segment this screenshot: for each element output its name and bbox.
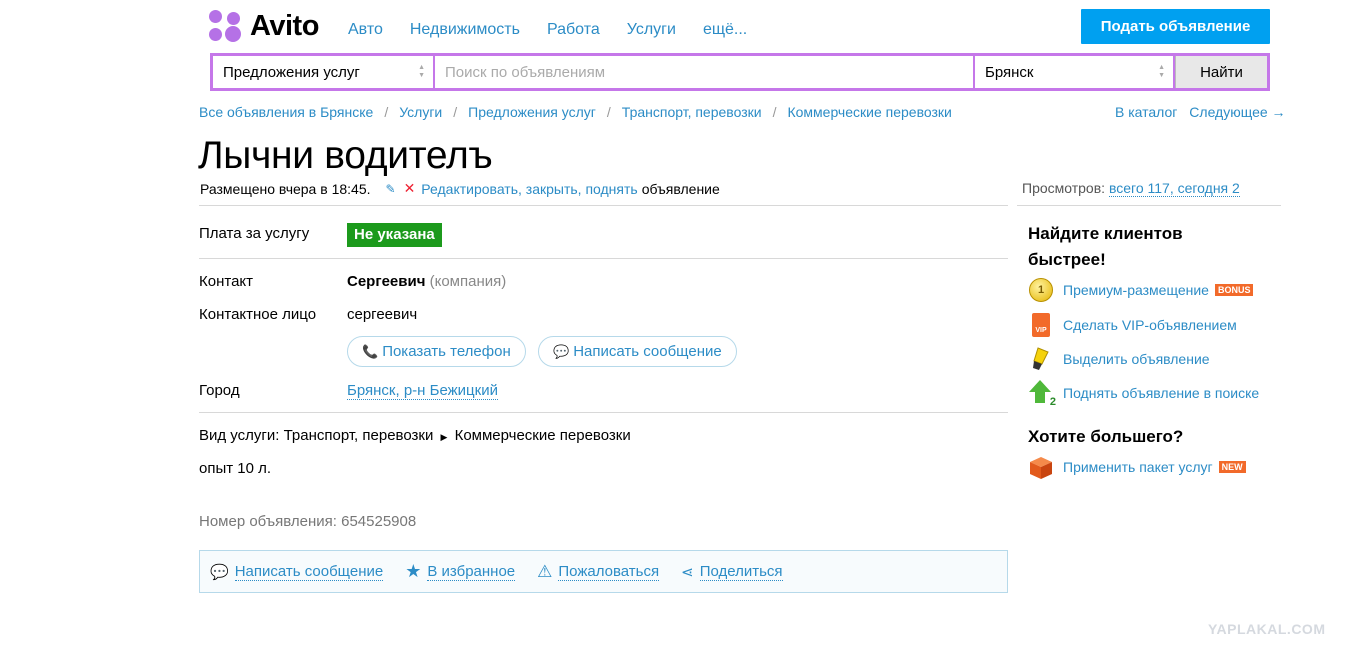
service-type-sub: Коммерческие перевозки [454,427,631,444]
top-nav: Авто Недвижимость Работа Услуги ещё... [348,21,774,39]
new-badge: NEW [1218,461,1246,473]
warning-icon: ⚠ [537,561,553,581]
divider [199,412,1008,413]
posted-time: Размещено вчера в 18:45. [200,180,371,197]
write-message-label: Написать сообщение [573,343,722,360]
logo-text: Avito [250,9,319,42]
action-favorite[interactable]: ★ В избранное [405,561,516,582]
catalog-nav: В каталог Следующее → [1107,104,1286,120]
breadcrumb-service-offers[interactable]: Предложения услуг [468,104,596,120]
breadcrumb-transport[interactable]: Транспорт, перевозки [622,104,762,120]
contact-label: Контакт [199,273,254,290]
action-write-message[interactable]: 💬 Написать сообщение [210,562,384,581]
city-link[interactable]: Брянск, р-н Бежицкий [347,382,498,400]
price-label: Плата за услугу [199,225,310,242]
promo-vip[interactable]: VIP Сделать VIP-объявлением [1028,312,1237,338]
divider [199,258,1008,259]
promo-package[interactable]: Применить пакет услуг NEW [1028,454,1246,480]
nav-more[interactable]: ещё... [703,21,747,39]
close-icon[interactable]: ✕ [404,180,416,197]
ad-description: опыт 10 л. [199,460,272,477]
chat-bubble-icon: 💬 [553,343,570,359]
pencil-icon[interactable]: ✎ [386,182,396,196]
action-share-label: Поделиться [699,562,783,581]
action-report[interactable]: ⚠ Пожаловаться [537,561,660,582]
edit-suffix: объявление [641,180,720,197]
promo-highlight[interactable]: Выделить объявление [1028,346,1210,372]
bonus-badge: BONUS [1214,284,1254,296]
category-select-value: Предложения услуг [223,63,360,81]
contact-type: (компания) [429,273,507,290]
logo-dots-icon [208,9,242,43]
gold-coin-icon: 1 [1029,278,1053,302]
promo-raise-label: Поднять объявление в поиске [1063,385,1260,401]
star-icon: ★ [405,561,422,581]
share-icon: ⋖ [681,563,694,581]
search-input[interactable]: Поиск по объявлениям [435,56,973,88]
city-select[interactable]: Брянск ▲ ▼ [975,56,1173,88]
contact-value: Сергеевич (компания) [347,273,506,290]
search-bar: Предложения услуг ▲ ▼ Поиск по объявления… [210,53,1270,91]
search-placeholder: Поиск по объявлениям [445,63,606,81]
phone-icon: 📞 [362,343,379,359]
promo-premium-label: Премиум-размещение [1063,282,1209,298]
city-select-value: Брянск [985,63,1034,81]
divider [1017,205,1281,206]
breadcrumb-all-ads[interactable]: Все объявления в Брянске [199,104,373,120]
nav-realty[interactable]: Недвижимость [410,21,520,39]
action-share[interactable]: ⋖ Поделиться [681,562,783,581]
service-type-prefix: Вид услуги: Транспорт, перевозки [199,427,434,444]
action-favorite-label: В избранное [427,562,516,581]
watermark: YAPLAKAL.COM [1208,621,1326,637]
promo-package-label: Применить пакет услуг [1063,459,1213,475]
edit-close-raise-link[interactable]: Редактировать, закрыть, поднять [421,181,637,197]
to-catalog-link[interactable]: В каталог [1115,104,1177,120]
show-phone-button[interactable]: 📞 Показать телефон [347,336,526,367]
breadcrumb-commercial[interactable]: Коммерческие перевозки [787,104,951,120]
select-arrows-icon: ▲ ▼ [1158,64,1165,79]
page-title: Лычни водителъ [198,134,493,177]
ad-actions-bar: 💬 Написать сообщение ★ В избранное ⚠ Пож… [199,550,1008,593]
views-counter: Просмотров: всего 117, сегодня 2 [1022,180,1240,197]
promo-highlight-label: Выделить объявление [1063,351,1210,367]
person-value: сергеевич [347,306,418,323]
select-arrows-icon: ▲ ▼ [418,64,425,79]
more-title: Хотите большего? [1028,427,1184,446]
breadcrumb: Все объявления в Брянске / Услуги / Предло… [199,104,952,120]
nav-jobs[interactable]: Работа [547,21,600,39]
arrow-up-icon: 2 [1028,380,1056,408]
promo-premium[interactable]: 1 Премиум-размещение BONUS [1028,277,1254,303]
ad-number: Номер объявления: 654525908 [199,513,417,530]
next-ad-link[interactable]: Следующее → [1189,104,1285,120]
avito-logo[interactable]: Avito [208,9,319,43]
nav-services[interactable]: Услуги [627,21,676,39]
person-label: Контактное лицо [199,306,317,323]
search-button[interactable]: Найти [1175,56,1267,88]
views-prefix: Просмотров: [1022,180,1106,196]
gift-box-icon [1028,454,1054,480]
promo-vip-label: Сделать VIP-объявлением [1063,317,1237,333]
highlighter-icon [1028,346,1054,372]
action-report-label: Пожаловаться [558,562,660,581]
raise-count: 2 [1049,396,1056,408]
contact-name: Сергеевич [347,273,426,290]
breadcrumb-services[interactable]: Услуги [399,104,442,120]
service-type: Вид услуги: Транспорт, перевозки ▶ Комме… [199,427,631,444]
post-ad-button[interactable]: Подать объявление [1081,9,1270,44]
views-link[interactable]: всего 117, сегодня 2 [1108,180,1240,197]
divider [199,205,1008,206]
chat-bubble-icon: 💬 [210,563,229,581]
vip-icon: VIP [1032,313,1050,337]
nav-auto[interactable]: Авто [348,21,383,39]
show-phone-label: Показать телефон [382,343,511,360]
city-label: Город [199,382,240,399]
write-message-button[interactable]: 💬 Написать сообщение [538,336,737,367]
price-badge: Не указана [347,223,442,247]
category-select[interactable]: Предложения услуг ▲ ▼ [213,56,433,88]
triangle-right-icon: ▶ [440,432,448,442]
promo-raise[interactable]: 2 Поднять объявление в поиске [1028,380,1260,408]
posted-info: Размещено вчера в 18:45. ✎ ✕ Редактирова… [200,180,720,197]
action-write-message-label: Написать сообщение [234,562,384,581]
promo-title: Найдите клиентов быстрее! [1028,224,1183,269]
